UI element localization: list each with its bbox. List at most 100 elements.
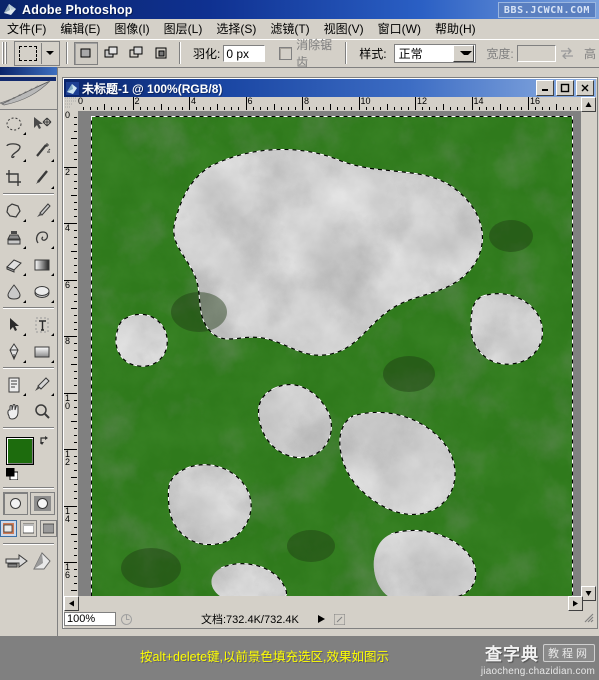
site-watermark: 查字典 教程网 jiaocheng.chazidian.com	[481, 640, 595, 677]
ruler-h-label: 4	[191, 97, 197, 106]
path-selection-tool[interactable]	[0, 311, 28, 338]
ruler-h-label: 8	[304, 97, 310, 106]
tool-preset-picker[interactable]	[14, 40, 60, 66]
magic-wand-tool[interactable]	[28, 137, 56, 164]
lasso-tool[interactable]	[0, 137, 28, 164]
document-titlebar[interactable]: 未标题-1 @ 100%(RGB/8)	[64, 79, 596, 97]
menu-edit[interactable]: 编辑(E)	[53, 18, 107, 40]
default-colors-icon[interactable]	[5, 467, 19, 481]
foreground-color-swatch[interactable]	[6, 437, 34, 465]
imageready-icon[interactable]	[32, 551, 52, 574]
minimize-button[interactable]	[536, 80, 554, 96]
menu-layer[interactable]: 图层(L)	[157, 18, 210, 40]
horizontal-ruler[interactable]: 0 2 4 6 8 10 12 14 16	[78, 97, 583, 112]
scroll-down-button[interactable]	[581, 586, 596, 601]
intersect-selection-button[interactable]	[149, 41, 173, 65]
width-input[interactable]	[516, 44, 556, 62]
menu-select[interactable]: 选择(S)	[209, 18, 263, 40]
chevron-down-icon[interactable]	[453, 44, 475, 62]
tool-more-corner	[23, 393, 26, 396]
full-screen-with-menubar-button[interactable]	[20, 520, 37, 537]
status-menu-arrow[interactable]	[313, 612, 330, 626]
canvas-viewport[interactable]	[78, 111, 583, 601]
ruler-h-label: 12	[417, 97, 428, 106]
clone-stamp-tool[interactable]	[0, 224, 28, 251]
swap-arrows-icon[interactable]	[560, 45, 574, 61]
tool-more-corner	[51, 159, 54, 162]
close-button[interactable]	[576, 80, 594, 96]
standard-screen-mode-button[interactable]	[0, 520, 17, 537]
options-bar-grip[interactable]	[1, 42, 9, 64]
tool-more-corner	[23, 132, 26, 135]
options-divider-1	[66, 42, 68, 64]
window-resize-grip[interactable]	[583, 612, 597, 627]
document-window: 未标题-1 @ 100%(RGB/8) 0 2 4 6 8 10 12 14 16 0 2	[62, 77, 598, 629]
scroll-up-button[interactable]	[581, 97, 596, 112]
tool-more-corner	[23, 360, 26, 363]
image-canvas[interactable]	[91, 116, 573, 598]
eyedropper-tool[interactable]	[28, 371, 56, 398]
document-icon	[66, 81, 79, 95]
vertical-scrollbar[interactable]	[581, 97, 596, 601]
add-to-selection-button[interactable]	[99, 41, 123, 65]
blur-tool[interactable]	[0, 278, 28, 305]
tool-divider-3	[3, 367, 54, 369]
app-titlebar: Adobe Photoshop BBS.JCWCN.COM	[0, 0, 599, 19]
caption-area: 按alt+delete键,以前景色填充选区,效果如图示 查字典 教程网 jiao…	[0, 636, 599, 680]
ruler-h-label: 6	[247, 97, 253, 106]
subtract-from-selection-button[interactable]	[124, 41, 148, 65]
notes-tool[interactable]	[0, 371, 28, 398]
menu-help[interactable]: 帮助(H)	[428, 18, 483, 40]
ruler-h-label: 14	[473, 97, 484, 106]
brush-tool[interactable]	[28, 197, 56, 224]
scroll-left-button[interactable]	[64, 596, 79, 611]
vertical-ruler[interactable]: 0246810121416	[64, 111, 79, 601]
full-screen-mode-button[interactable]	[40, 520, 57, 537]
scroll-right-button[interactable]	[568, 596, 583, 611]
menu-file[interactable]: 文件(F)	[0, 18, 53, 40]
rectangular-marquee-icon	[15, 42, 42, 64]
history-brush-tool[interactable]	[28, 224, 56, 251]
healing-brush-tool[interactable]	[0, 197, 28, 224]
style-label: 样式:	[359, 46, 387, 61]
maximize-button[interactable]	[556, 80, 574, 96]
eraser-tool[interactable]	[0, 251, 28, 278]
tool-more-corner	[51, 273, 54, 276]
new-selection-button[interactable]	[74, 41, 98, 65]
antialias-label: 消除锯齿	[296, 38, 333, 69]
swap-colors-icon[interactable]	[39, 435, 51, 447]
tool-more-corner	[51, 333, 54, 336]
crop-tool[interactable]	[0, 164, 28, 191]
status-resize-grip[interactable]	[330, 612, 349, 626]
hand-tool[interactable]	[0, 398, 28, 425]
antialias-checkbox[interactable]	[279, 46, 293, 60]
elliptical-marquee-tool[interactable]	[0, 110, 28, 137]
type-tool[interactable]	[28, 311, 56, 338]
options-bar: 羽化: 0 px 消除锯齿 样式: 正常 宽度: 高	[0, 36, 599, 70]
tool-divider-5	[3, 487, 54, 489]
dodge-tool[interactable]	[28, 278, 56, 305]
zoom-tool[interactable]	[28, 398, 56, 425]
menu-image[interactable]: 图像(I)	[107, 18, 156, 40]
style-select[interactable]: 正常	[393, 43, 477, 63]
horizontal-scrollbar[interactable]	[64, 596, 583, 611]
chevron-down-icon[interactable]	[42, 51, 58, 55]
menu-window[interactable]: 窗口(W)	[371, 18, 428, 40]
shape-tool[interactable]	[28, 338, 56, 365]
standard-mode-button[interactable]	[2, 492, 28, 515]
feather-logo-icon	[0, 77, 56, 106]
gradient-tool[interactable]	[28, 251, 56, 278]
tool-more-corner	[51, 393, 54, 396]
jump-to-imageready-icon[interactable]	[5, 551, 29, 574]
antialias-option[interactable]: 消除锯齿	[279, 36, 333, 70]
toolbox-titlebar[interactable]	[0, 67, 57, 75]
color-swatch-block	[5, 435, 57, 481]
quick-mask-mode-button[interactable]	[29, 492, 55, 515]
ruler-origin-corner[interactable]	[64, 97, 79, 112]
zoom-level-input[interactable]: 100%	[64, 612, 116, 626]
move-tool[interactable]	[28, 110, 56, 137]
feather-input[interactable]: 0 px	[223, 44, 266, 62]
pen-tool[interactable]	[0, 338, 28, 365]
watermark-tag: 教程网	[543, 643, 595, 662]
slice-tool[interactable]	[28, 164, 56, 191]
